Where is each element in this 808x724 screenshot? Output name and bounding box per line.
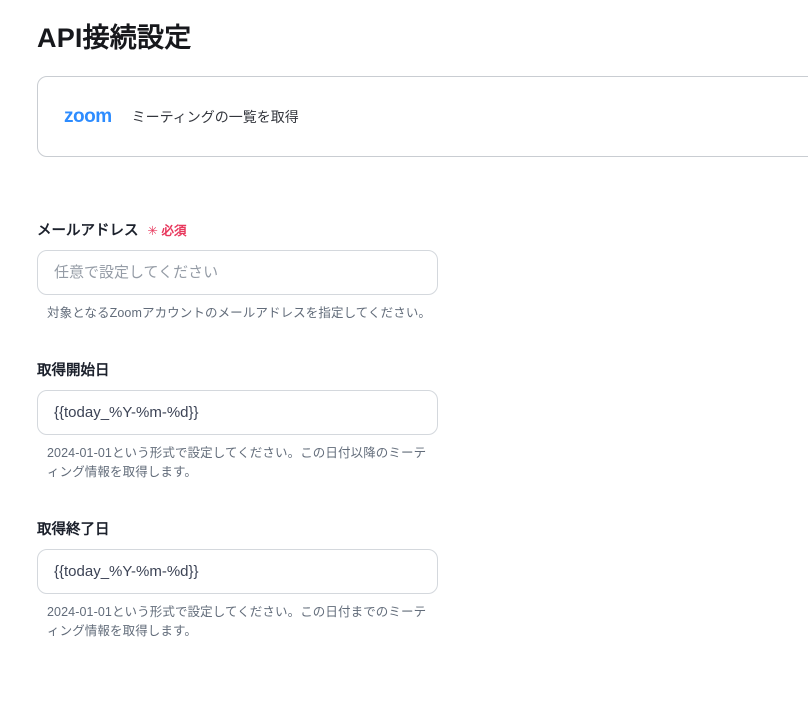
- email-label-row: メールアドレス ✳ 必須: [37, 219, 438, 240]
- email-help-text: 対象となるZoomアカウントのメールアドレスを指定してください。: [47, 306, 432, 320]
- end-date-help-text: 2024-01-01という形式で設定してください。この日付までのミーティング情報…: [47, 605, 427, 638]
- email-field-label: メールアドレス: [37, 223, 139, 239]
- start-date-field-group: 取得開始日 2024-01-01という形式で設定してください。この日付以降のミー…: [37, 359, 438, 480]
- end-date-label-row: 取得終了日: [37, 518, 438, 539]
- zoom-logo: zoom: [64, 106, 112, 127]
- start-date-input[interactable]: [37, 390, 438, 435]
- end-date-field-label: 取得終了日: [37, 522, 110, 538]
- email-field-group: メールアドレス ✳ 必須 対象となるZoomアカウントのメールアドレスを指定して…: [37, 219, 438, 321]
- start-date-help-text: 2024-01-01という形式で設定してください。この日付以降のミーティング情報…: [47, 446, 427, 479]
- email-input[interactable]: [37, 250, 438, 295]
- end-date-field-group: 取得終了日 2024-01-01という形式で設定してください。この日付までのミー…: [37, 518, 438, 639]
- required-badge: ✳ 必須: [147, 224, 187, 238]
- end-date-input[interactable]: [37, 549, 438, 594]
- start-date-field-label: 取得開始日: [37, 363, 110, 379]
- connector-card[interactable]: zoom ミーティングの一覧を取得: [37, 76, 808, 157]
- connector-action-label: ミーティングの一覧を取得: [131, 108, 299, 125]
- start-date-label-row: 取得開始日: [37, 359, 438, 380]
- page-title: API接続設定: [37, 23, 192, 53]
- api-connection-settings-page: API接続設定 zoom ミーティングの一覧を取得 メールアドレス ✳ 必須 対…: [0, 0, 808, 724]
